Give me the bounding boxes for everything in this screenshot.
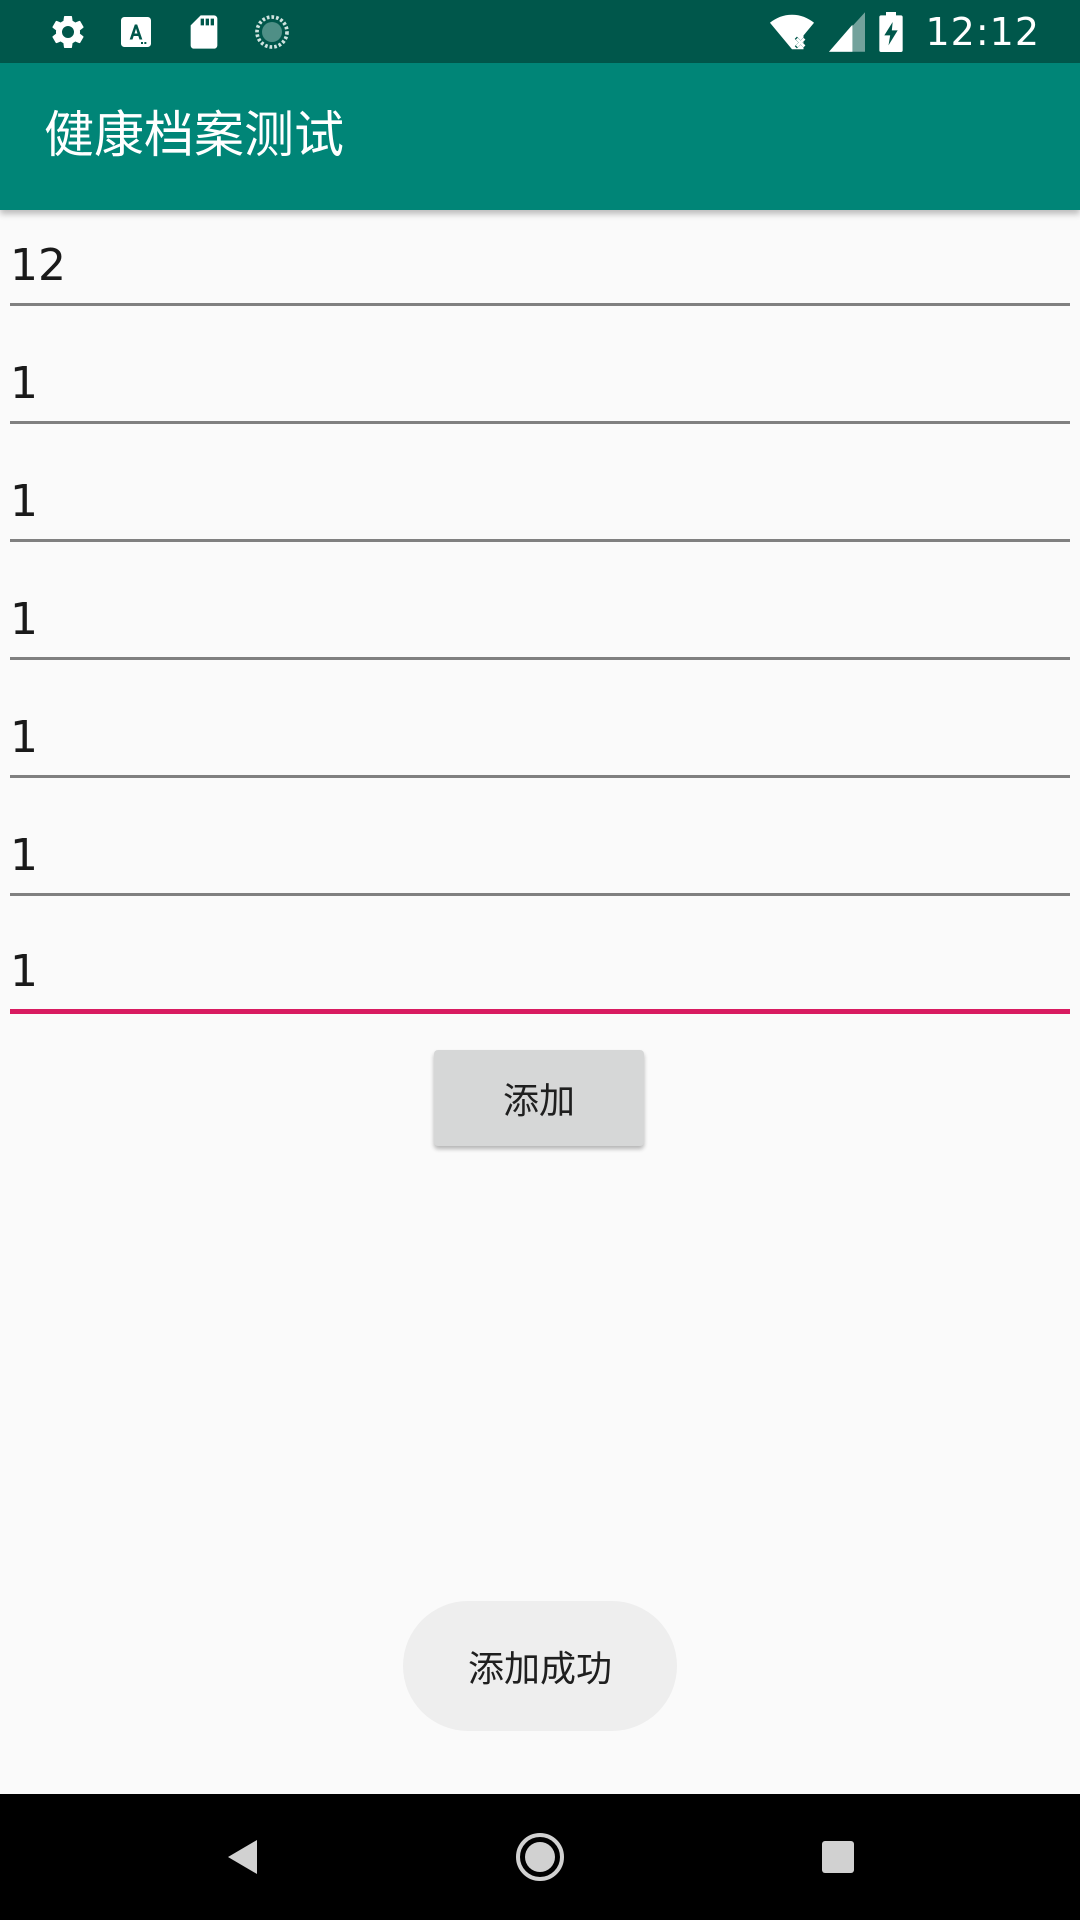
text-field-6[interactable]	[10, 806, 1070, 896]
recents-icon	[822, 1841, 854, 1873]
text-field-4-input[interactable]	[10, 589, 1070, 649]
gear-icon	[52, 15, 84, 48]
text-field-4[interactable]	[10, 570, 1070, 660]
status-time: 12:12	[925, 10, 1040, 54]
text-field-3[interactable]	[10, 452, 1070, 542]
nav-home-button[interactable]	[460, 1794, 620, 1920]
add-button[interactable]: 添加	[434, 1050, 644, 1146]
wifi-off-icon	[770, 14, 815, 50]
text-field-2-input[interactable]	[10, 353, 1070, 413]
sd-card-icon	[190, 15, 218, 49]
navigation-bar	[0, 1794, 1080, 1920]
text-field-5[interactable]	[10, 688, 1070, 778]
nav-back-button[interactable]	[162, 1794, 322, 1920]
sync-icon	[255, 15, 289, 49]
notification-icons	[48, 12, 292, 52]
back-icon	[228, 1840, 257, 1874]
toast: 添加成功	[403, 1601, 677, 1731]
text-field-2[interactable]	[10, 334, 1070, 424]
font-a-icon	[121, 17, 151, 47]
page-title: 健康档案测试	[44, 106, 344, 164]
toast-message: 添加成功	[467, 1649, 612, 1690]
home-icon	[516, 1833, 564, 1881]
text-field-7[interactable]	[10, 924, 1070, 1014]
text-field-6-input[interactable]	[10, 825, 1070, 885]
text-field-3-input[interactable]	[10, 471, 1070, 531]
cell-signal-icon	[829, 12, 866, 52]
screen: 12:12 健康档案测试 添加 添加成功	[0, 0, 1080, 1920]
app-bar: 健康档案测试	[0, 63, 1080, 210]
system-icons: 12:12	[769, 8, 1040, 56]
nav-recents-button[interactable]	[758, 1794, 918, 1920]
text-field-1[interactable]	[10, 216, 1070, 306]
text-field-7-input[interactable]	[10, 941, 1070, 1001]
text-field-5-input[interactable]	[10, 707, 1070, 767]
battery-charging-icon	[879, 12, 904, 52]
status-bar: 12:12	[0, 0, 1080, 63]
text-field-1-input[interactable]	[10, 235, 1070, 295]
